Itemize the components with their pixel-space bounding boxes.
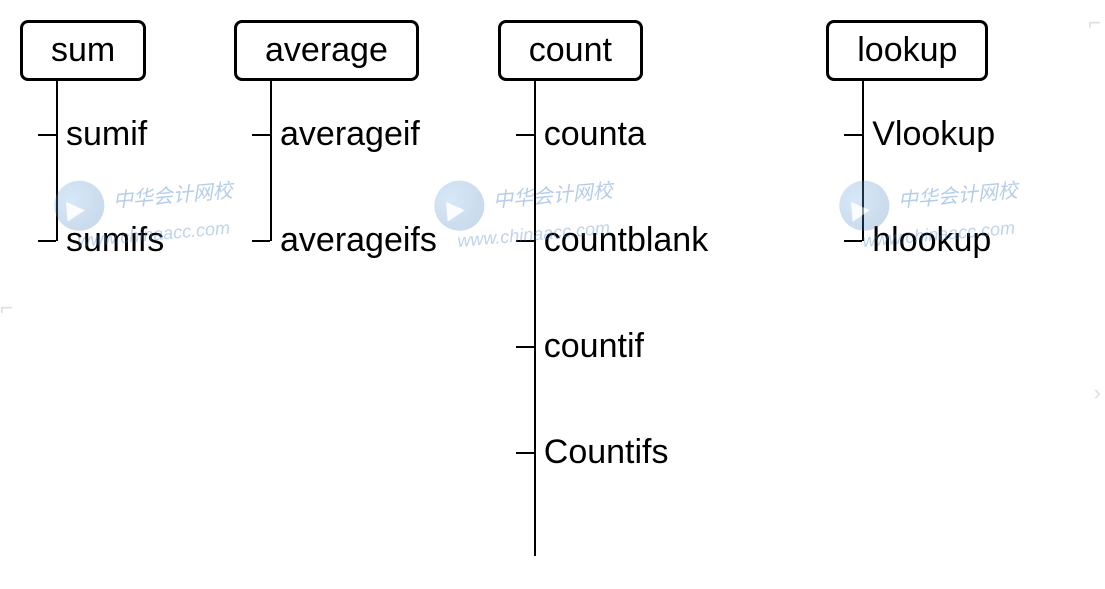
children-lookup: Vlookup hlookup xyxy=(844,111,995,263)
child-counta: counta xyxy=(516,111,708,157)
tree-average: average averageif averageifs xyxy=(234,20,498,263)
label-sumifs: sumifs xyxy=(66,221,164,260)
label-counta: counta xyxy=(544,115,646,154)
label-countif: countif xyxy=(544,327,644,366)
child-countif: countif xyxy=(516,323,708,369)
children-average: averageif averageifs xyxy=(252,111,437,263)
tree-sum: sum sumif sumifs xyxy=(20,20,234,263)
child-sumifs: sumifs xyxy=(38,217,164,263)
child-countblank: countblank xyxy=(516,217,708,263)
root-average: average xyxy=(234,20,419,81)
label-vlookup: Vlookup xyxy=(872,115,995,154)
root-sum: sum xyxy=(20,20,146,81)
root-count: count xyxy=(498,20,643,81)
tree-count: count counta countblank countif Countifs xyxy=(498,20,826,475)
label-averageifs: averageifs xyxy=(280,221,437,260)
root-lookup: lookup xyxy=(826,20,988,81)
label-sumif: sumif xyxy=(66,115,147,154)
child-hlookup: hlookup xyxy=(844,217,995,263)
child-sumif: sumif xyxy=(38,111,164,157)
label-hlookup: hlookup xyxy=(872,221,991,260)
child-averageifs: averageifs xyxy=(252,217,437,263)
label-countblank: countblank xyxy=(544,221,708,260)
function-tree-diagram: sum sumif sumifs average averageif avera… xyxy=(0,0,1105,495)
children-count: counta countblank countif Countifs xyxy=(516,111,708,475)
tree-lookup: lookup Vlookup hlookup xyxy=(826,20,1095,263)
child-countifs: Countifs xyxy=(516,429,708,475)
label-averageif: averageif xyxy=(280,115,420,154)
children-sum: sumif sumifs xyxy=(38,111,164,263)
child-averageif: averageif xyxy=(252,111,437,157)
child-vlookup: Vlookup xyxy=(844,111,995,157)
label-countifs: Countifs xyxy=(544,433,669,472)
